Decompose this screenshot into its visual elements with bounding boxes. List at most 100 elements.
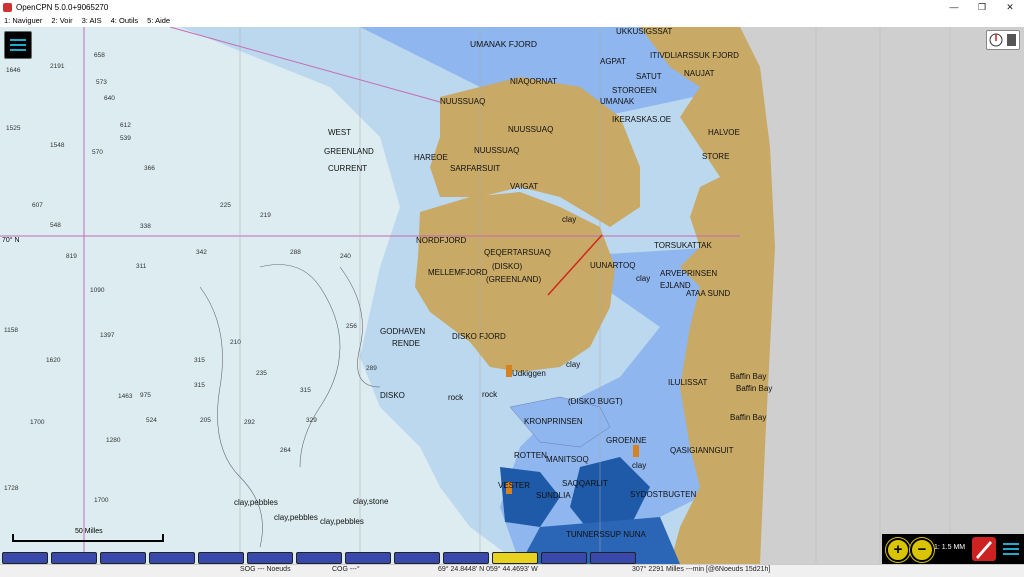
label-rende: RENDE xyxy=(392,339,421,348)
depth: 289 xyxy=(366,365,377,372)
label-baffin-bay-3: Baffin Bay xyxy=(730,413,767,422)
label-disko-bugt: (DISKO BUGT) xyxy=(568,397,623,406)
chart-tab[interactable] xyxy=(541,552,587,564)
label-rock-1: rock xyxy=(448,393,464,402)
depth: 1620 xyxy=(46,357,61,364)
label-qasigiannguit: QASIGIANNGUIT xyxy=(670,446,734,455)
menu-outils[interactable]: 4: Outils xyxy=(107,16,144,25)
depth: 1158 xyxy=(4,327,18,334)
depth: 315 xyxy=(300,387,311,394)
label-groenne: GROENNE xyxy=(606,436,647,445)
label-niaqornat: NIAQORNAT xyxy=(510,77,557,86)
label-clay-2: clay xyxy=(636,274,651,283)
depth: 612 xyxy=(120,122,131,129)
status-bar: SOG --- Noeuds COG ---° 69° 24.8448' N 0… xyxy=(0,564,1024,577)
label-qeqertarsuaq: QEQERTARSUAQ xyxy=(484,248,551,257)
depth: 311 xyxy=(136,263,147,270)
chart-tab[interactable] xyxy=(2,552,48,564)
depth: 1525 xyxy=(6,125,21,132)
zoom-out-icon[interactable]: − xyxy=(910,538,934,562)
depth: 315 xyxy=(194,382,205,389)
status-cog: COG ---° xyxy=(332,566,360,573)
status-sog: SOG --- Noeuds xyxy=(240,566,291,573)
label-halvoe: HALVOE xyxy=(708,128,740,137)
chart-tab[interactable] xyxy=(590,552,636,564)
label-current: CURRENT xyxy=(328,164,368,173)
chart-tab[interactable] xyxy=(394,552,440,564)
label-clay-3: clay xyxy=(566,360,581,369)
menu-voir[interactable]: 2: Voir xyxy=(47,16,77,25)
maximize-button[interactable]: ❐ xyxy=(968,2,996,13)
zoom-toolbar: + − 1: 1.5 MM xyxy=(882,534,1024,564)
offchart-area xyxy=(740,27,1024,564)
depth: 329 xyxy=(306,417,317,424)
window-title: OpenCPN 5.0.0+9065270 xyxy=(16,2,109,12)
chart-tab[interactable] xyxy=(51,552,97,564)
label-godhaven: GODHAVEN xyxy=(380,327,426,336)
zoom-in-icon[interactable]: + xyxy=(886,538,910,562)
chart-tab[interactable] xyxy=(345,552,391,564)
label-rotten: ROTTEN xyxy=(514,451,547,460)
label-tunnerssup-nuna: TUNNERSSUP NUNA xyxy=(566,530,646,539)
depth: 573 xyxy=(96,79,107,86)
chart-tab[interactable] xyxy=(296,552,342,564)
depth: 210 xyxy=(230,339,241,346)
chart-tab[interactable] xyxy=(198,552,244,564)
label-vester: VESTER xyxy=(498,481,531,490)
depth: 975 xyxy=(140,392,151,399)
chart-tab[interactable] xyxy=(247,552,293,564)
scale-label: 50 Milles xyxy=(75,528,103,535)
depth: 2191 xyxy=(50,63,65,70)
label-nordfjord: NORDFJORD xyxy=(416,236,467,245)
chart-tab[interactable] xyxy=(100,552,146,564)
minimize-button[interactable]: — xyxy=(940,2,968,12)
label-naujat: NAUJAT xyxy=(684,69,715,78)
menu-icon[interactable] xyxy=(4,31,32,59)
label-clay-pebbles-3: clay,pebbles xyxy=(320,517,364,526)
depth: 524 xyxy=(146,417,157,424)
label-vaigat: VAIGAT xyxy=(510,182,539,191)
quilt-icon[interactable] xyxy=(972,537,996,561)
label-store: STORE xyxy=(702,152,730,161)
menu-naviguer[interactable]: 1: Naviguer xyxy=(0,16,47,25)
depth: 366 xyxy=(144,165,155,172)
label-uunartoq: UUNARTOQ xyxy=(590,261,636,270)
label-umanak-fjord: UMANAK FJORD xyxy=(470,39,538,49)
chart-tab-active[interactable] xyxy=(492,552,538,564)
depth: 338 xyxy=(140,223,151,230)
hamburger-icon[interactable] xyxy=(1001,539,1021,559)
depth: 264 xyxy=(280,447,291,454)
depth: 1728 xyxy=(4,485,19,492)
status-bearing-distance: 307° 2291 Milles ---min [@6Noeuds 15d21h… xyxy=(632,566,771,573)
label-torsukattak: TORSUKATTAK xyxy=(654,241,712,250)
depth: 288 xyxy=(290,249,301,256)
label-clay-pebbles-2: clay,pebbles xyxy=(274,513,318,522)
depth: 658 xyxy=(94,52,105,59)
chart-canvas[interactable]: UMANAK FJORD UKKUSIGSSAT AGPAT ITIVDLIAR… xyxy=(0,27,1024,564)
depth: 819 xyxy=(66,253,77,260)
label-greenland-paren: (GREENLAND) xyxy=(486,275,542,284)
compass-icon[interactable] xyxy=(986,30,1020,50)
label-arveprinsen: ARVEPRINSEN xyxy=(660,269,718,278)
depth: 256 xyxy=(346,323,357,330)
depth: 235 xyxy=(256,370,267,377)
depth: 1280 xyxy=(106,437,121,444)
label-sarfarsuit: SARFARSUIT xyxy=(450,164,501,173)
depth: 1700 xyxy=(30,419,45,426)
close-button[interactable]: ✕ xyxy=(996,2,1024,13)
app-icon xyxy=(3,2,12,12)
chart-tab-bar xyxy=(0,552,702,564)
label-mellemfjord: MELLEMFJORD xyxy=(428,268,488,277)
depth: 342 xyxy=(196,249,207,256)
label-itivdliarssuk-fjord: ITIVDLIARSSUK FJORD xyxy=(650,51,739,60)
chart-tab[interactable] xyxy=(443,552,489,564)
label-ukkusigssat: UKKUSIGSSAT xyxy=(616,27,673,36)
depth: 1463 xyxy=(118,393,133,400)
menu-aide[interactable]: 5: Aide xyxy=(143,16,175,25)
chart-tab[interactable] xyxy=(149,552,195,564)
depth: 1548 xyxy=(50,142,65,149)
label-baffin-bay-2: Baffin Bay xyxy=(736,384,773,393)
menu-ais[interactable]: 3: AIS xyxy=(78,16,107,25)
depth: 225 xyxy=(220,202,231,209)
label-udkiggen: Udkiggen xyxy=(512,369,546,378)
